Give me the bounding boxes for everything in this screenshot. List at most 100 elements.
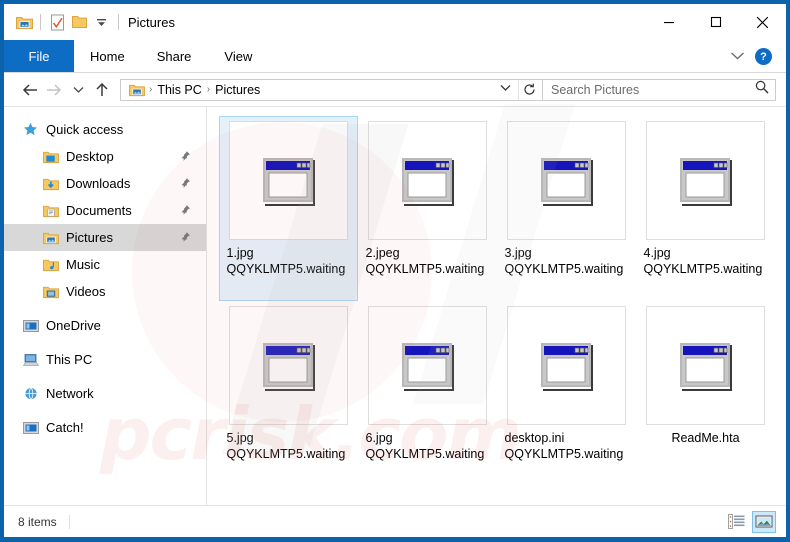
file-tile[interactable]: 3.jpg QQYKLMTP5.waiting: [497, 116, 636, 301]
file-grid: 1.jpg QQYKLMTP5.waiting 2.jpeg QQYKLMTP5…: [219, 116, 786, 486]
window-controls: [645, 4, 786, 40]
ribbon-right-controls: ?: [730, 40, 780, 73]
file-tile[interactable]: 1.jpg QQYKLMTP5.waiting: [219, 116, 358, 301]
file-name: 1.jpg: [226, 246, 254, 260]
pin-icon[interactable]: [180, 230, 191, 245]
sidebar-item-documents[interactable]: Documents: [4, 197, 206, 224]
file-tile[interactable]: desktop.ini QQYKLMTP5.waiting: [497, 301, 636, 486]
breadcrumb-item-pictures[interactable]: Pictures: [211, 83, 264, 97]
breadcrumb[interactable]: › This PC › Pictures: [120, 78, 543, 101]
file-suffix: QQYKLMTP5.waiting: [226, 262, 346, 276]
file-label: 5.jpg QQYKLMTP5.waiting: [227, 430, 351, 462]
file-label: 2.jpeg QQYKLMTP5.waiting: [366, 245, 490, 277]
downloads-folder-icon: [42, 175, 59, 192]
qat-separator-2: [118, 14, 119, 30]
file-name: 3.jpg: [504, 246, 532, 260]
file-label: 4.jpg QQYKLMTP5.waiting: [644, 245, 768, 277]
pin-icon[interactable]: [180, 203, 191, 218]
sidebar-label: Catch!: [46, 420, 84, 435]
file-name: ReadMe.hta: [671, 431, 740, 445]
tab-file[interactable]: File: [4, 40, 74, 72]
forward-button[interactable]: [42, 78, 66, 102]
ribbon-tab-bar: File Home Share View ?: [4, 40, 786, 73]
sidebar-label: Videos: [66, 284, 106, 299]
sidebar-item-desktop[interactable]: Desktop: [4, 143, 206, 170]
close-button[interactable]: [739, 4, 786, 40]
sidebar-label: Documents: [66, 203, 132, 218]
unknown-file-icon: [262, 342, 315, 391]
new-folder-icon[interactable]: [68, 11, 90, 33]
sidebar-item-music[interactable]: Music: [4, 251, 206, 278]
file-list-pane[interactable]: 1.jpg QQYKLMTP5.waiting 2.jpeg QQYKLMTP5…: [207, 107, 786, 505]
file-name: desktop.ini: [504, 431, 565, 445]
file-suffix: QQYKLMTP5.waiting: [504, 447, 624, 461]
sidebar-label: Network: [46, 386, 94, 401]
file-tile[interactable]: 5.jpg QQYKLMTP5.waiting: [219, 301, 358, 486]
large-icons-view-icon[interactable]: [752, 510, 776, 533]
status-separator: [68, 514, 70, 529]
file-tile[interactable]: 2.jpeg QQYKLMTP5.waiting: [358, 116, 497, 301]
sidebar-item-onedrive[interactable]: OneDrive: [4, 312, 206, 339]
ribbon-collapse-chevron-icon[interactable]: [730, 48, 745, 66]
search-icon[interactable]: [755, 80, 769, 99]
item-count-label: 8 items: [18, 514, 57, 529]
sidebar-item-pictures[interactable]: Pictures: [4, 224, 206, 251]
unknown-file-icon: [262, 157, 315, 206]
sidebar-label: This PC: [46, 352, 93, 367]
tab-home[interactable]: Home: [74, 40, 141, 72]
file-suffix: QQYKLMTP5.waiting: [504, 262, 624, 276]
refresh-button[interactable]: [518, 79, 540, 100]
tab-share[interactable]: Share: [141, 40, 208, 72]
file-tile[interactable]: 4.jpg QQYKLMTP5.waiting: [636, 116, 775, 301]
qat-separator-1: [40, 14, 41, 30]
customize-chevron-icon[interactable]: [90, 11, 112, 33]
pin-icon[interactable]: [180, 176, 191, 191]
file-thumbnail: [507, 121, 626, 240]
file-thumbnail: [368, 306, 487, 425]
sidebar-item-quick-access[interactable]: Quick access: [4, 116, 206, 143]
back-button[interactable]: [18, 78, 42, 102]
file-suffix: QQYKLMTP5.waiting: [365, 262, 485, 276]
file-thumbnail: [229, 121, 348, 240]
status-bar: 8 items: [4, 505, 786, 537]
sidebar-item-downloads[interactable]: Downloads: [4, 170, 206, 197]
file-label: 1.jpg QQYKLMTP5.waiting: [227, 245, 351, 277]
minimize-button[interactable]: [645, 4, 692, 40]
pictures-folder-icon[interactable]: [13, 11, 35, 33]
file-label: desktop.ini QQYKLMTP5.waiting: [505, 430, 629, 462]
tab-view[interactable]: View: [207, 40, 269, 72]
help-button[interactable]: ?: [755, 48, 772, 65]
maximize-button[interactable]: [692, 4, 739, 40]
breadcrumb-dropdown-chevron-icon[interactable]: [493, 84, 518, 95]
star-icon: [22, 121, 39, 138]
file-name: 4.jpg: [643, 246, 671, 260]
up-button[interactable]: [90, 78, 114, 102]
file-tile[interactable]: 6.jpg QQYKLMTP5.waiting: [358, 301, 497, 486]
videos-folder-icon: [42, 283, 59, 300]
file-tile[interactable]: ReadMe.hta: [636, 301, 775, 486]
file-thumbnail: [368, 121, 487, 240]
music-folder-icon: [42, 256, 59, 273]
sidebar-item-catch[interactable]: Catch!: [4, 414, 206, 441]
breadcrumb-item-this-pc[interactable]: This PC: [153, 83, 205, 97]
sidebar-label: Desktop: [66, 149, 114, 164]
sidebar-item-videos[interactable]: Videos: [4, 278, 206, 305]
explorer-window: Pictures File Home Share View ? › This P…: [0, 0, 790, 542]
documents-folder-icon: [42, 202, 59, 219]
properties-icon[interactable]: [46, 11, 68, 33]
search-input[interactable]: [551, 82, 755, 97]
search-box[interactable]: [543, 78, 776, 101]
quick-access-toolbar: Pictures: [4, 11, 175, 33]
file-thumbnail: [229, 306, 348, 425]
sidebar-item-this-pc[interactable]: This PC: [4, 346, 206, 373]
sidebar-item-network[interactable]: Network: [4, 380, 206, 407]
view-mode-buttons: [724, 510, 776, 533]
details-view-icon[interactable]: [724, 511, 748, 533]
file-suffix: QQYKLMTP5.waiting: [226, 447, 346, 461]
file-suffix: QQYKLMTP5.waiting: [643, 262, 763, 276]
pin-icon[interactable]: [180, 149, 191, 164]
explorer-body: Quick access Desktop Downloads Documents…: [4, 106, 786, 505]
sidebar-label: Music: [66, 257, 100, 272]
file-thumbnail: [507, 306, 626, 425]
recent-locations-button[interactable]: [66, 78, 90, 102]
